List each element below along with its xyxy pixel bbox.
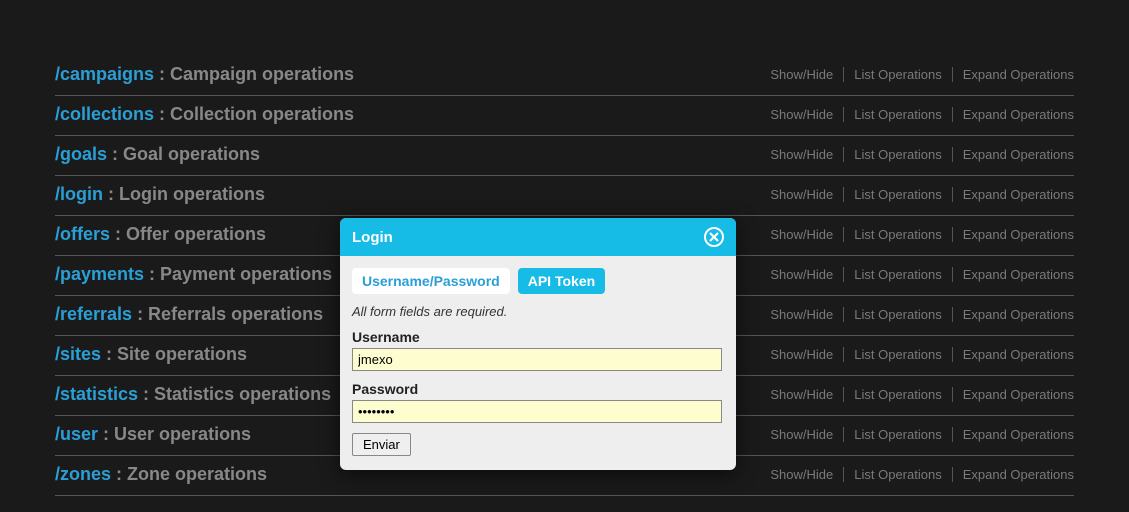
endpoint-actions: Show/HideList OperationsExpand Operation… [760,307,1074,322]
form-hint: All form fields are required. [352,304,724,319]
endpoint-actions: Show/HideList OperationsExpand Operation… [760,467,1074,482]
expand-operations-link[interactable]: Expand Operations [953,107,1074,122]
endpoint-path: /campaigns [55,64,154,84]
expand-operations-link[interactable]: Expand Operations [953,347,1074,362]
submit-button[interactable]: Enviar [352,433,411,456]
modal-title: Login [352,229,393,246]
endpoint-path: /zones [55,464,111,484]
endpoint-desc: : Referrals operations [132,304,323,324]
tab-username-password[interactable]: Username/Password [352,268,510,294]
modal-header: Login [340,218,736,256]
endpoint-desc: : Statistics operations [138,384,331,404]
endpoint-path: /referrals [55,304,132,324]
endpoint-desc: : Offer operations [110,224,266,244]
expand-operations-link[interactable]: Expand Operations [953,147,1074,162]
endpoint-path: /user [55,424,98,444]
endpoint-path: /login [55,184,103,204]
username-input[interactable] [352,348,722,371]
expand-operations-link[interactable]: Expand Operations [953,387,1074,402]
show-hide-link[interactable]: Show/Hide [760,267,844,282]
list-operations-link[interactable]: List Operations [844,347,952,362]
endpoint-path: /sites [55,344,101,364]
endpoint-desc: : Campaign operations [154,64,354,84]
endpoint-actions: Show/HideList OperationsExpand Operation… [760,427,1074,442]
endpoint-actions: Show/HideList OperationsExpand Operation… [760,67,1074,82]
list-operations-link[interactable]: List Operations [844,267,952,282]
endpoint-row: /campaigns : Campaign operations Show/Hid… [55,56,1074,96]
list-operations-link[interactable]: List Operations [844,187,952,202]
list-operations-link[interactable]: List Operations [844,467,952,482]
endpoint-title[interactable]: /sites : Site operations [55,344,247,365]
endpoint-path: /payments [55,264,144,284]
show-hide-link[interactable]: Show/Hide [760,147,844,162]
endpoint-title[interactable]: /goals : Goal operations [55,144,260,165]
endpoint-title[interactable]: /offers : Offer operations [55,224,266,245]
expand-operations-link[interactable]: Expand Operations [953,467,1074,482]
list-operations-link[interactable]: List Operations [844,107,952,122]
endpoint-actions: Show/HideList OperationsExpand Operation… [760,147,1074,162]
show-hide-link[interactable]: Show/Hide [760,387,844,402]
expand-operations-link[interactable]: Expand Operations [953,307,1074,322]
modal-body: Username/Password API Token All form fie… [340,256,736,470]
expand-operations-link[interactable]: Expand Operations [953,187,1074,202]
list-operations-link[interactable]: List Operations [844,387,952,402]
expand-operations-link[interactable]: Expand Operations [953,227,1074,242]
endpoint-title[interactable]: /login : Login operations [55,184,265,205]
endpoint-row: /collections : Collection operations Show… [55,96,1074,136]
close-icon[interactable] [704,227,724,247]
endpoint-path: /offers [55,224,110,244]
show-hide-link[interactable]: Show/Hide [760,307,844,322]
password-label: Password [352,381,724,397]
endpoint-title[interactable]: /statistics : Statistics operations [55,384,331,405]
show-hide-link[interactable]: Show/Hide [760,427,844,442]
endpoint-desc: : Login operations [103,184,265,204]
endpoint-path: /statistics [55,384,138,404]
tabs: Username/Password API Token [352,268,724,294]
endpoint-row: /login : Login operations Show/HideList O… [55,176,1074,216]
login-modal: Login Username/Password API Token All fo… [340,218,736,470]
show-hide-link[interactable]: Show/Hide [760,227,844,242]
show-hide-link[interactable]: Show/Hide [760,467,844,482]
expand-operations-link[interactable]: Expand Operations [953,67,1074,82]
endpoint-desc: : Collection operations [154,104,354,124]
show-hide-link[interactable]: Show/Hide [760,107,844,122]
endpoint-desc: : User operations [98,424,251,444]
endpoint-actions: Show/HideList OperationsExpand Operation… [760,107,1074,122]
endpoint-actions: Show/HideList OperationsExpand Operation… [760,347,1074,362]
endpoint-actions: Show/HideList OperationsExpand Operation… [760,227,1074,242]
list-operations-link[interactable]: List Operations [844,427,952,442]
endpoint-actions: Show/HideList OperationsExpand Operation… [760,267,1074,282]
tab-api-token[interactable]: API Token [518,268,605,294]
endpoint-title[interactable]: /collections : Collection operations [55,104,354,125]
endpoint-title[interactable]: /user : User operations [55,424,251,445]
password-input[interactable] [352,400,722,423]
endpoint-row: /goals : Goal operations Show/HideList Op… [55,136,1074,176]
endpoint-actions: Show/HideList OperationsExpand Operation… [760,187,1074,202]
endpoint-desc: : Payment operations [144,264,332,284]
endpoint-path: /goals [55,144,107,164]
endpoint-desc: : Site operations [101,344,247,364]
show-hide-link[interactable]: Show/Hide [760,187,844,202]
endpoint-desc: : Goal operations [107,144,260,164]
endpoint-title[interactable]: /campaigns : Campaign operations [55,64,354,85]
endpoint-path: /collections [55,104,154,124]
username-label: Username [352,329,724,345]
expand-operations-link[interactable]: Expand Operations [953,427,1074,442]
endpoint-title[interactable]: /referrals : Referrals operations [55,304,323,325]
show-hide-link[interactable]: Show/Hide [760,67,844,82]
endpoint-title[interactable]: /zones : Zone operations [55,464,267,485]
list-operations-link[interactable]: List Operations [844,307,952,322]
expand-operations-link[interactable]: Expand Operations [953,267,1074,282]
list-operations-link[interactable]: List Operations [844,147,952,162]
endpoint-actions: Show/HideList OperationsExpand Operation… [760,387,1074,402]
list-operations-link[interactable]: List Operations [844,227,952,242]
endpoint-desc: : Zone operations [111,464,267,484]
show-hide-link[interactable]: Show/Hide [760,347,844,362]
list-operations-link[interactable]: List Operations [844,67,952,82]
endpoint-title[interactable]: /payments : Payment operations [55,264,332,285]
